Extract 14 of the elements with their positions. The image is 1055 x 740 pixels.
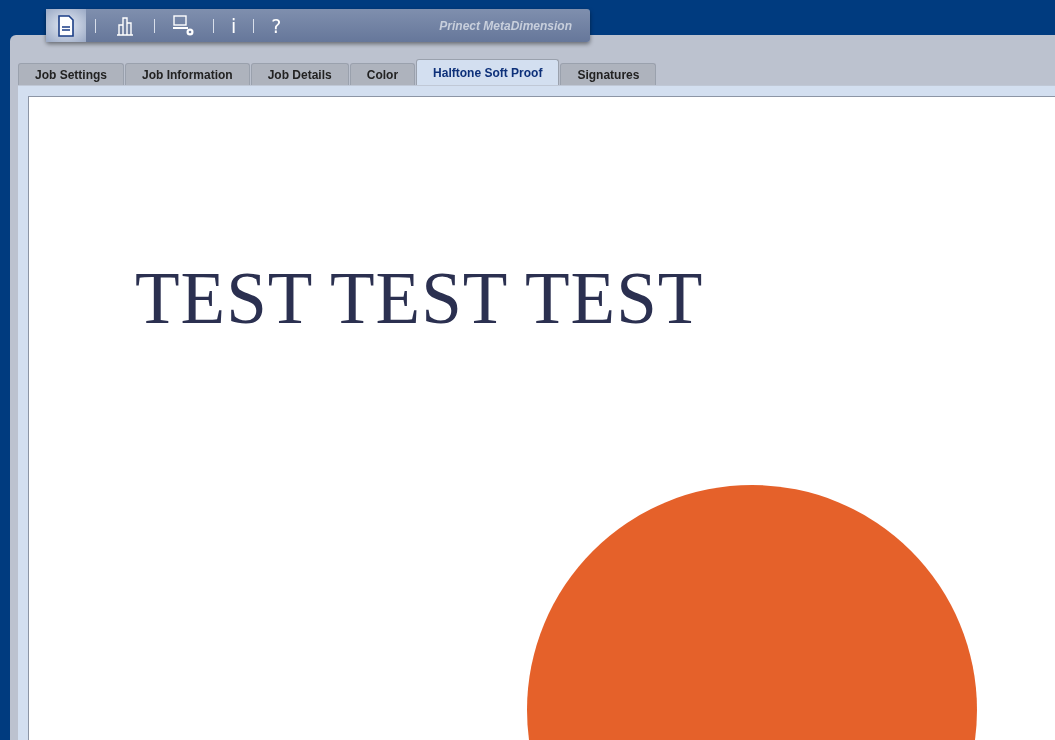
tab[interactable]: Signatures <box>560 63 657 85</box>
toolbar-button[interactable]: ? <box>263 9 290 42</box>
brand-name: Prinect MetaDimension <box>439 18 572 33</box>
tab[interactable]: Job Details <box>250 63 349 85</box>
document-icon <box>57 14 75 37</box>
computer-gear-icon <box>172 14 196 37</box>
document-button[interactable] <box>46 9 86 42</box>
tab[interactable]: Color <box>349 63 416 85</box>
proof-heading: TEST TEST TEST <box>135 257 704 341</box>
tab[interactable]: Job Information <box>125 63 250 85</box>
chart-icon <box>115 15 135 36</box>
tab[interactable]: Halftone Soft Proof <box>416 59 560 85</box>
tab[interactable]: Job Settings <box>18 63 124 85</box>
toolbar-button[interactable]: i <box>223 9 245 42</box>
